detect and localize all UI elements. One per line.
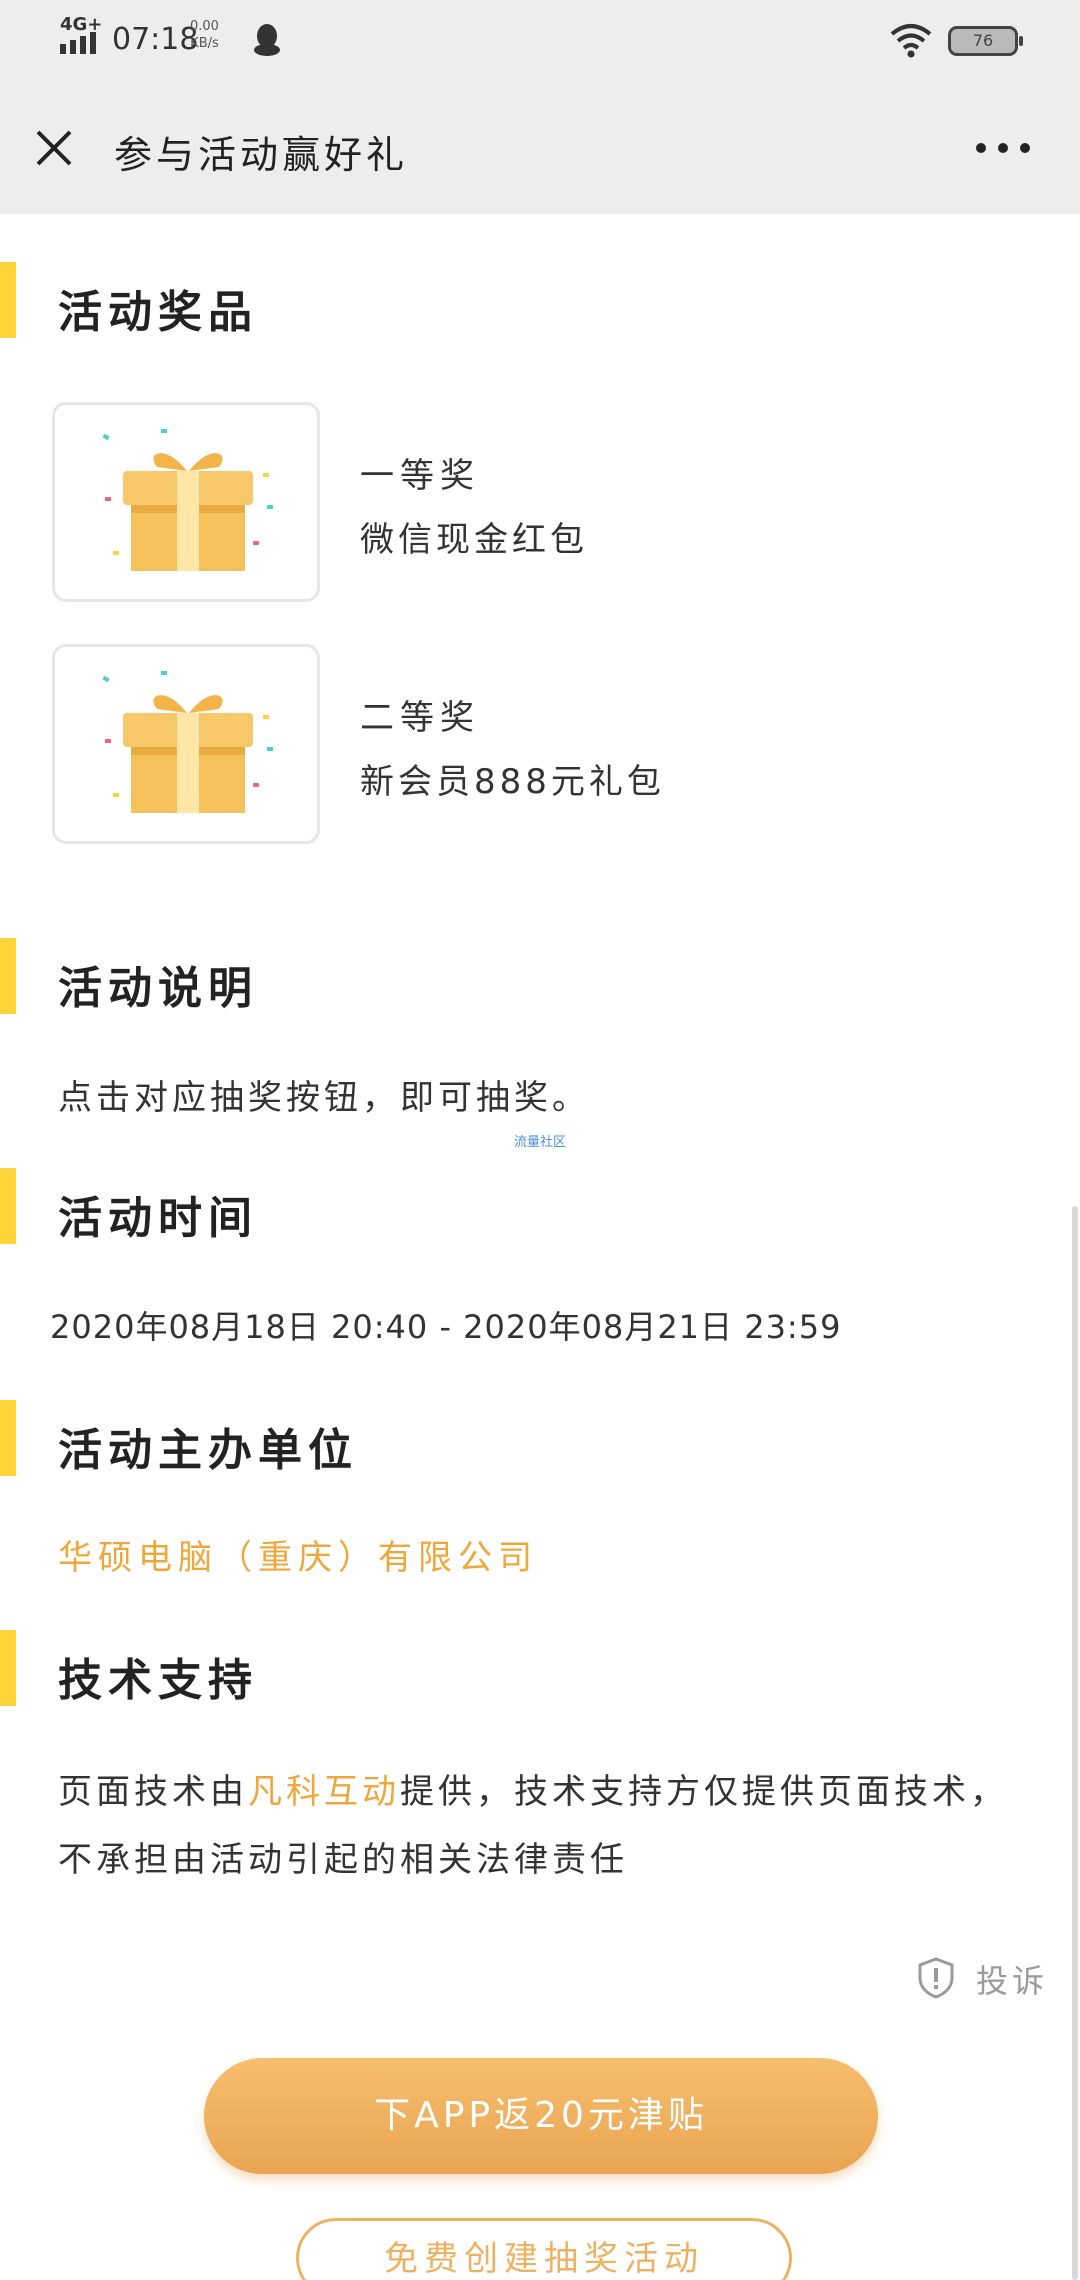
support-text-prefix: 页面技术由 — [58, 1772, 248, 1812]
prize-name: 新会员888元礼包 — [360, 762, 665, 802]
section-title: 活动时间 — [58, 1193, 258, 1244]
section-title: 活动说明 — [58, 963, 258, 1014]
section-accent-bar — [0, 262, 16, 338]
page-title: 参与活动赢好礼 — [114, 133, 409, 177]
prize-name: 微信现金红包 — [360, 520, 588, 560]
section-accent-bar — [0, 1168, 16, 1244]
battery-icon: 76 — [948, 26, 1023, 56]
create-lottery-button[interactable]: 免费创建抽奖活动 — [296, 2218, 792, 2280]
shield-alert-icon — [918, 1957, 954, 1999]
clock: 07:18 — [112, 22, 199, 57]
section-title: 活动奖品 — [58, 287, 258, 338]
title-bar: 参与活动赢好礼 — [0, 80, 1080, 214]
more-icon[interactable] — [976, 140, 1032, 156]
wifi-icon — [890, 24, 932, 58]
gift-box-icon — [102, 671, 273, 813]
status-bar: 4G+ 07:18 0.00 KB/s 76 — [0, 0, 1080, 80]
activity-time: 2020年08月18日 20:40 - 2020年08月21日 23:59 — [50, 1308, 842, 1346]
qq-icon — [254, 24, 280, 56]
download-app-button[interactable]: 下APP返20元津贴 — [204, 2058, 878, 2174]
network-speed-unit: KB/s — [190, 36, 219, 51]
network-speed: 0.00 KB/s — [190, 18, 219, 52]
battery-level: 76 — [972, 31, 994, 50]
section-organizer-header: 活动主办单位 — [0, 1400, 1080, 1476]
prize-level: 一等奖 — [360, 456, 480, 496]
section-title: 活动主办单位 — [58, 1425, 358, 1476]
prize-image-card — [52, 402, 320, 602]
network-speed-value: 0.00 — [190, 19, 219, 34]
support-provider-link[interactable]: 凡科互动 — [248, 1772, 400, 1812]
description-text: 点击对应抽奖按钮，即可抽奖。 — [58, 1078, 590, 1118]
section-time-header: 活动时间 — [0, 1168, 1080, 1244]
signal-icon — [60, 32, 96, 54]
prize-level: 二等奖 — [360, 698, 480, 738]
section-support-header: 技术支持 — [0, 1630, 1080, 1706]
section-prizes-header: 活动奖品 — [0, 262, 1080, 338]
watermark-text: 流量社区 — [514, 1135, 567, 1150]
prize-image-card — [52, 644, 320, 844]
gift-box-icon — [102, 429, 273, 571]
section-accent-bar — [0, 1630, 16, 1706]
section-title: 技术支持 — [58, 1655, 258, 1706]
section-description-header: 活动说明 — [0, 938, 1080, 1014]
close-icon[interactable] — [30, 124, 78, 172]
scrollbar[interactable] — [1072, 1206, 1078, 2280]
support-text: 页面技术由凡科互动提供，技术支持方仅提供页面技术，不承担由活动引起的相关法律责任 — [58, 1758, 1038, 1894]
section-accent-bar — [0, 938, 16, 1014]
organizer-link[interactable]: 华硕电脑（重庆）有限公司 — [58, 1530, 538, 1579]
report-label: 投诉 — [976, 1962, 1049, 2000]
section-accent-bar — [0, 1400, 16, 1476]
